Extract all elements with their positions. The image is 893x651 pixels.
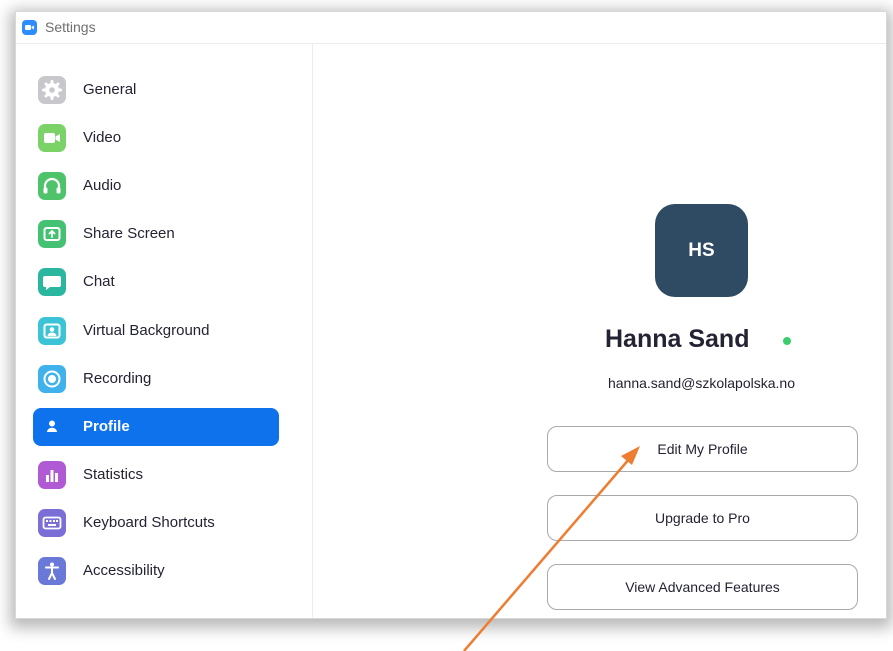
sidebar-item-video[interactable]: Video: [33, 119, 279, 157]
user-name: Hanna Sand: [605, 325, 750, 353]
sidebar-item-label: Recording: [83, 370, 152, 387]
title-bar: Settings: [16, 12, 886, 44]
sidebar-item-general[interactable]: General: [33, 71, 279, 109]
sidebar-item-audio[interactable]: Audio: [33, 167, 279, 205]
sidebar-item-share-screen[interactable]: Share Screen: [33, 215, 279, 253]
virtual-background-icon: [38, 317, 66, 345]
video-camera-icon: [22, 20, 37, 35]
sidebar-item-label: Keyboard Shortcuts: [83, 514, 215, 531]
view-advanced-features-button[interactable]: View Advanced Features: [547, 564, 858, 610]
sidebar-item-recording[interactable]: Recording: [33, 360, 279, 398]
sidebar-item-profile[interactable]: Profile: [33, 408, 279, 446]
upgrade-to-pro-button[interactable]: Upgrade to Pro: [547, 495, 858, 541]
sidebar-item-label: Virtual Background: [83, 322, 210, 339]
sidebar-item-label: General: [83, 81, 137, 98]
presence-status-dot: [783, 337, 791, 345]
bar-chart-icon: [38, 461, 66, 489]
edit-profile-button[interactable]: Edit My Profile: [547, 426, 858, 472]
sidebar-item-chat[interactable]: Chat: [33, 263, 279, 301]
share-screen-icon: [38, 220, 66, 248]
avatar-initials: HS: [688, 240, 715, 261]
gear-icon: [38, 76, 66, 104]
avatar[interactable]: HS: [655, 204, 748, 297]
window-title: Settings: [45, 19, 96, 35]
sidebar-item-label: Chat: [83, 273, 115, 290]
sidebar-item-label: Audio: [83, 177, 122, 194]
sidebar-item-keyboard-shortcuts[interactable]: Keyboard Shortcuts: [33, 504, 279, 542]
person-icon: [38, 413, 66, 441]
sidebar-item-label: Statistics: [83, 466, 144, 483]
sidebar-item-accessibility[interactable]: Accessibility: [33, 552, 279, 590]
user-email: hanna.sand@szkolapolska.no: [607, 375, 795, 391]
sidebar-item-label: Profile: [83, 418, 130, 435]
video-camera-icon: [38, 124, 66, 152]
settings-window: Settings General Video Audio Share Scree…: [16, 12, 886, 618]
profile-panel: HS Hanna Sand hanna.sand@szkolapolska.no…: [313, 44, 886, 618]
keyboard-icon: [38, 509, 66, 537]
accessibility-icon: [38, 557, 66, 585]
sidebar-item-label: Accessibility: [83, 562, 165, 579]
settings-sidebar: General Video Audio Share Screen Chat Vi…: [16, 44, 313, 618]
sidebar-item-label: Share Screen: [83, 225, 175, 242]
sidebar-item-label: Video: [83, 129, 122, 146]
record-icon: [38, 365, 66, 393]
sidebar-item-virtual-background[interactable]: Virtual Background: [33, 312, 279, 350]
sidebar-item-statistics[interactable]: Statistics: [33, 456, 279, 494]
headphones-icon: [38, 172, 66, 200]
chat-bubble-icon: [38, 268, 66, 296]
